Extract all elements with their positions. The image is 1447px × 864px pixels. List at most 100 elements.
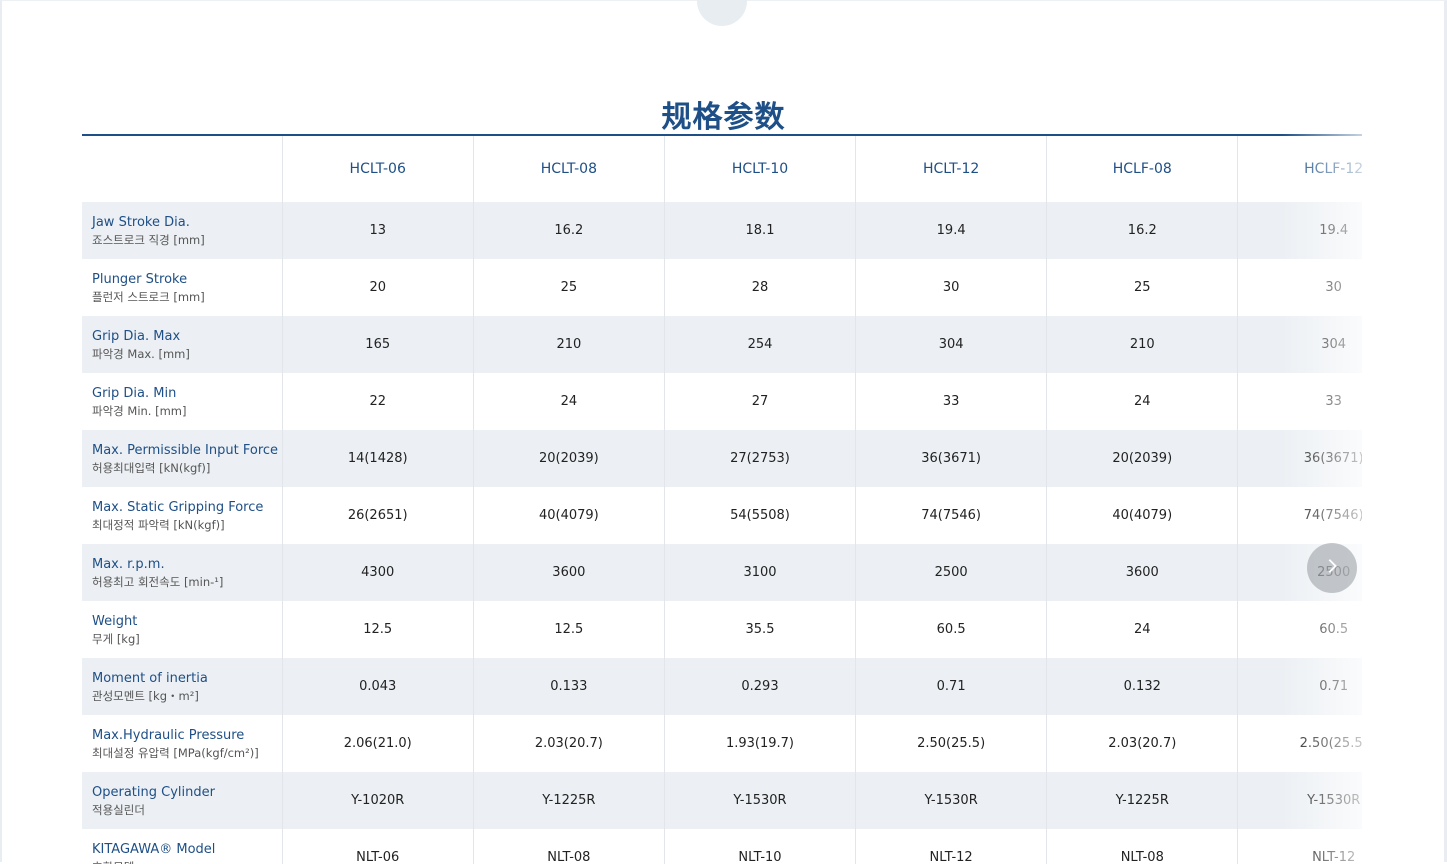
table-cell: 22 <box>282 373 473 430</box>
table-cell: 19.4 <box>1238 202 1362 259</box>
spec-table: HCLT-06 HCLT-08 HCLT-10 HCLT-12 HCLF-08 … <box>82 136 1362 864</box>
column-header: HCLT-08 <box>473 136 664 202</box>
table-cell: 0.043 <box>282 658 473 715</box>
table-cell: 0.71 <box>856 658 1047 715</box>
row-label-ko: 최대정적 파악력 [kN(kgf)] <box>92 517 281 534</box>
table-cell: 24 <box>1047 373 1238 430</box>
table-cell: 210 <box>1047 316 1238 373</box>
table-cell: Y-1225R <box>1047 772 1238 829</box>
column-header: HCLF-12 <box>1238 136 1362 202</box>
table-cell: 54(5508) <box>664 487 855 544</box>
table-row: Max. Permissible Input Force허용최대입력 [kN(k… <box>82 430 1362 487</box>
table-cell: 18.1 <box>664 202 855 259</box>
column-header: HCLT-06 <box>282 136 473 202</box>
table-cell: 33 <box>856 373 1047 430</box>
table-row: Grip Dia. Min파악경 Min. [mm]222427332433 <box>82 373 1362 430</box>
table-cell: 24 <box>1047 601 1238 658</box>
table-cell: Y-1530R <box>1238 772 1362 829</box>
row-label-ko: 적용실린더 <box>92 802 281 819</box>
row-label-ko: 파악경 Min. [mm] <box>92 403 281 420</box>
table-cell: 2.50(25.5) <box>1238 715 1362 772</box>
table-cell: 304 <box>1238 316 1362 373</box>
row-label-ko: 허용최고 회전속도 [min-¹] <box>92 574 281 591</box>
table-cell: 1.93(19.7) <box>664 715 855 772</box>
table-cell: 0.293 <box>664 658 855 715</box>
row-label-ko: 최대설정 유압력 [MPa(kgf/cm²)] <box>92 745 281 762</box>
row-label-ko: 플런저 스트로크 [mm] <box>92 289 281 306</box>
header-corner-cell <box>82 136 282 202</box>
row-label-cell: Moment of inertia관성모멘트 [kg・m²] <box>82 658 282 715</box>
table-cell: 20 <box>282 259 473 316</box>
table-cell: 20(2039) <box>473 430 664 487</box>
table-cell: 40(4079) <box>473 487 664 544</box>
table-row: Moment of inertia관성모멘트 [kg・m²]0.0430.133… <box>82 658 1362 715</box>
table-cell: NLT-08 <box>473 829 664 864</box>
row-label-en: Grip Dia. Min <box>92 384 281 403</box>
table-cell: 26(2651) <box>282 487 473 544</box>
table-cell: 12.5 <box>282 601 473 658</box>
row-label-en: KITAGAWA® Model <box>92 840 281 859</box>
table-cell: Y-1225R <box>473 772 664 829</box>
table-cell: 0.132 <box>1047 658 1238 715</box>
row-label-cell: Jaw Stroke Dia.죠스트로크 직경 [mm] <box>82 202 282 259</box>
table-cell: 0.71 <box>1238 658 1362 715</box>
row-label-cell: Plunger Stroke플런저 스트로크 [mm] <box>82 259 282 316</box>
table-cell: 20(2039) <box>1047 430 1238 487</box>
row-label-cell: Max. r.p.m.허용최고 회전속도 [min-¹] <box>82 544 282 601</box>
table-row: KITAGAWA® Model호환모델NLT-06NLT-08NLT-10NLT… <box>82 829 1362 864</box>
table-cell: 12.5 <box>473 601 664 658</box>
table-cell: Y-1020R <box>282 772 473 829</box>
row-label-cell: Weight무게 [kg] <box>82 601 282 658</box>
table-cell: NLT-10 <box>664 829 855 864</box>
row-label-cell: Max. Permissible Input Force허용최대입력 [kN(k… <box>82 430 282 487</box>
next-slide-button[interactable] <box>1307 543 1357 593</box>
table-cell: 2.03(20.7) <box>1047 715 1238 772</box>
table-cell: 74(7546) <box>1238 487 1362 544</box>
row-label-en: Grip Dia. Max <box>92 327 281 346</box>
table-cell: 2.06(21.0) <box>282 715 473 772</box>
table-cell: 3600 <box>1047 544 1238 601</box>
row-label-ko: 관성모멘트 [kg・m²] <box>92 688 281 705</box>
row-label-ko: 죠스트로크 직경 [mm] <box>92 232 281 249</box>
table-cell: 16.2 <box>473 202 664 259</box>
row-label-en: Max.Hydraulic Pressure <box>92 726 281 745</box>
row-label-en: Plunger Stroke <box>92 270 281 289</box>
row-label-cell: Max.Hydraulic Pressure최대설정 유압력 [MPa(kgf/… <box>82 715 282 772</box>
table-header-row: HCLT-06 HCLT-08 HCLT-10 HCLT-12 HCLF-08 … <box>82 136 1362 202</box>
table-cell: NLT-08 <box>1047 829 1238 864</box>
row-label-en: Weight <box>92 612 281 631</box>
table-row: Max. r.p.m.허용최고 회전속도 [min-¹]430036003100… <box>82 544 1362 601</box>
table-row: Plunger Stroke플런저 스트로크 [mm]202528302530 <box>82 259 1362 316</box>
table-cell: 3600 <box>473 544 664 601</box>
table-cell: 2500 <box>856 544 1047 601</box>
table-cell: 19.4 <box>856 202 1047 259</box>
row-label-ko: 허용최대입력 [kN(kgf)] <box>92 460 281 477</box>
row-label-cell: KITAGAWA® Model호환모델 <box>82 829 282 864</box>
column-header: HCLT-10 <box>664 136 855 202</box>
table-cell: 14(1428) <box>282 430 473 487</box>
table-cell: 40(4079) <box>1047 487 1238 544</box>
row-label-cell: Grip Dia. Max파악경 Max. [mm] <box>82 316 282 373</box>
row-label-en: Moment of inertia <box>92 669 281 688</box>
row-label-en: Max. r.p.m. <box>92 555 281 574</box>
table-row: Jaw Stroke Dia.죠스트로크 직경 [mm]1316.218.119… <box>82 202 1362 259</box>
row-label-en: Max. Static Gripping Force <box>92 498 281 517</box>
table-cell: 36(3671) <box>1238 430 1362 487</box>
table-cell: 24 <box>473 373 664 430</box>
table-cell: 304 <box>856 316 1047 373</box>
row-label-ko: 무게 [kg] <box>92 631 281 648</box>
table-cell: 28 <box>664 259 855 316</box>
table-cell: 210 <box>473 316 664 373</box>
table-cell: 13 <box>282 202 473 259</box>
table-row: Operating Cylinder적용실린더Y-1020RY-1225RY-1… <box>82 772 1362 829</box>
table-cell: 27 <box>664 373 855 430</box>
table-cell: 60.5 <box>1238 601 1362 658</box>
table-cell: Y-1530R <box>856 772 1047 829</box>
table-cell: NLT-12 <box>1238 829 1362 864</box>
table-cell: 25 <box>1047 259 1238 316</box>
column-header: HCLT-12 <box>856 136 1047 202</box>
table-cell: 30 <box>856 259 1047 316</box>
page-title: 规格参数 <box>0 92 1447 136</box>
table-row: Grip Dia. Max파악경 Max. [mm]16521025430421… <box>82 316 1362 373</box>
table-cell: 25 <box>473 259 664 316</box>
